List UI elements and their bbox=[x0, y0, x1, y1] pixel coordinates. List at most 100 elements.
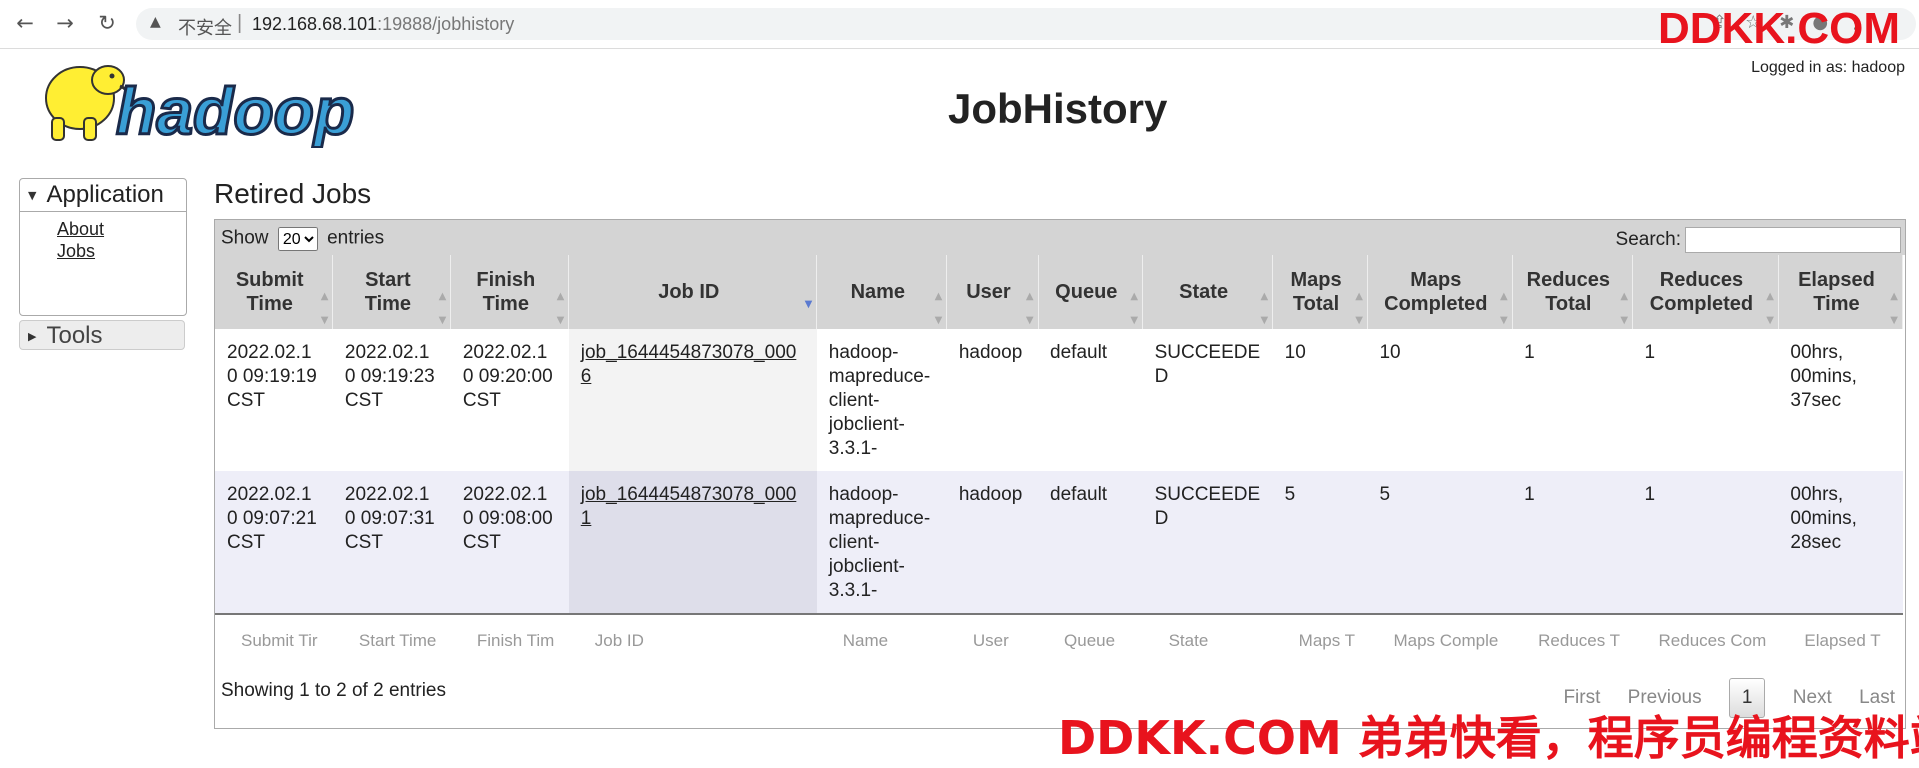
column-header[interactable]: Job ID ▼ bbox=[568, 255, 818, 329]
table-cell: SUCCEEDED bbox=[1142, 471, 1273, 614]
column-filter[interactable]: Submit Tir bbox=[215, 613, 333, 667]
table-cell: job_1644454873078_0001 bbox=[568, 471, 817, 614]
column-header[interactable]: Maps Completed ▲ ▼ bbox=[1367, 255, 1513, 329]
sidebar-link-jobs[interactable]: Jobs bbox=[57, 240, 186, 262]
table-cell: 00hrs, 00mins, 28sec bbox=[1778, 471, 1903, 614]
column-header[interactable]: User ▲ ▼ bbox=[946, 255, 1039, 329]
table-cell: 1 bbox=[1512, 471, 1633, 614]
table-cell: default bbox=[1038, 329, 1143, 471]
table-cell: 2022.02.10 09:19:19 CST bbox=[215, 329, 333, 471]
length-control: Show 20 entries bbox=[221, 227, 384, 251]
column-header[interactable]: Queue ▲ ▼ bbox=[1038, 255, 1144, 329]
column-header[interactable]: Elapsed Time ▲ ▼ bbox=[1778, 255, 1904, 329]
triangle-down-icon: ▼ bbox=[28, 188, 37, 202]
table-cell: 10 bbox=[1272, 329, 1368, 471]
sort-icon: ▲ ▼ bbox=[438, 291, 447, 326]
sidebar-application-panel: ▼ Application About Jobs bbox=[19, 178, 187, 316]
sidebar-link-about[interactable]: About bbox=[57, 218, 186, 240]
hadoop-logo: hadoop bbox=[45, 65, 356, 148]
watermark-top: DDKK.COM bbox=[1658, 4, 1900, 53]
sort-icon: ▲ ▼ bbox=[556, 291, 565, 326]
sidebar-tools-header[interactable]: ▶ Tools bbox=[19, 320, 185, 350]
table-cell: job_1644454873078_0006 bbox=[568, 329, 817, 471]
column-header[interactable]: Reduces Total ▲ ▼ bbox=[1512, 255, 1634, 329]
column-header[interactable]: State ▲ ▼ bbox=[1142, 255, 1274, 329]
table-cell: 2022.02.10 09:07:31 CST bbox=[332, 471, 451, 614]
table-cell: 5 bbox=[1367, 471, 1513, 614]
table-cell: 00hrs, 00mins, 37sec bbox=[1778, 329, 1903, 471]
table-cell: hadoop-mapreduce-client-jobclient-3.3.1- bbox=[816, 471, 947, 614]
table-cell: 10 bbox=[1367, 329, 1513, 471]
back-icon[interactable]: ← bbox=[12, 10, 38, 36]
table-info: Showing 1 to 2 of 2 entries bbox=[221, 680, 446, 701]
search-input[interactable] bbox=[1685, 227, 1901, 253]
column-filter[interactable]: Name bbox=[816, 613, 947, 667]
table-cell: hadoop-mapreduce-client-jobclient-3.3.1- bbox=[816, 329, 947, 471]
table-cell: hadoop bbox=[946, 329, 1039, 471]
column-header[interactable]: Maps Total ▲ ▼ bbox=[1272, 255, 1368, 329]
sort-icon: ▲ ▼ bbox=[1260, 291, 1269, 326]
logo-wordmark: hadoop bbox=[116, 74, 354, 148]
sort-icon: ▲ ▼ bbox=[1025, 291, 1034, 326]
column-filter[interactable]: Elapsed T bbox=[1778, 613, 1903, 667]
column-header[interactable]: Finish Time ▲ ▼ bbox=[450, 255, 570, 329]
column-filter[interactable]: Maps T bbox=[1272, 613, 1368, 667]
entries-label: entries bbox=[327, 227, 385, 249]
section-title: Retired Jobs bbox=[214, 178, 372, 209]
forward-icon[interactable]: → bbox=[52, 10, 78, 36]
entries-select[interactable]: 20 bbox=[277, 227, 318, 251]
table-cell: 1 bbox=[1632, 471, 1779, 614]
table-cell: 1 bbox=[1632, 329, 1779, 471]
sort-icon: ▲ ▼ bbox=[1499, 291, 1508, 326]
address-bar[interactable]: ▲ 不安全 | 192.168.68.101:19888/jobhistory bbox=[136, 8, 1916, 40]
address-separator: | bbox=[237, 12, 243, 34]
column-filter[interactable]: Start Time bbox=[332, 613, 451, 667]
table-cell: 2022.02.10 09:07:21 CST bbox=[215, 471, 333, 614]
column-header[interactable]: Start Time ▲ ▼ bbox=[332, 255, 452, 329]
jobs-table: Submit Time ▲ ▼ Start Time ▲ ▼ Finish Time ▲ ▼… bbox=[215, 255, 1904, 667]
table-cell: 1 bbox=[1512, 329, 1633, 471]
warning-icon: ▲ bbox=[150, 14, 161, 30]
footer-filter-row: Submit Tir Start Time Finish Tim Job ID … bbox=[215, 613, 1903, 667]
url-host: 192.168.68.101 bbox=[252, 14, 378, 34]
sort-icon: ▲ ▼ bbox=[1355, 291, 1363, 326]
sidebar-application-header[interactable]: ▼ Application bbox=[20, 179, 186, 212]
column-label: Submit Time bbox=[235, 269, 304, 315]
url-text: 192.168.68.101:19888/jobhistory bbox=[252, 14, 514, 35]
table-cell: 5 bbox=[1272, 471, 1368, 614]
column-label: State bbox=[1179, 281, 1229, 303]
url-path: :19888/jobhistory bbox=[377, 14, 515, 34]
column-header[interactable]: Name ▲ ▼ bbox=[816, 255, 948, 329]
table-row: 2022.02.10 09:19:19 CST 2022.02.10 09:19… bbox=[215, 329, 1903, 471]
column-filter[interactable]: State bbox=[1142, 613, 1273, 667]
logged-in-label: Logged in as: hadoop bbox=[1751, 59, 1905, 76]
column-filter[interactable]: Reduces T bbox=[1512, 613, 1633, 667]
column-filter[interactable]: Maps Comple bbox=[1367, 613, 1513, 667]
table-cell: SUCCEEDED bbox=[1142, 329, 1273, 471]
column-label: Name bbox=[850, 281, 906, 303]
column-label: Job ID bbox=[658, 281, 720, 303]
table-toolbar: Show 20 entries Search: bbox=[215, 220, 1905, 255]
column-filter[interactable]: Reduces Com bbox=[1632, 613, 1779, 667]
job-id-link[interactable]: job_1644454873078_0006 bbox=[581, 342, 797, 387]
table-cell: 2022.02.10 09:20:00 CST bbox=[450, 329, 569, 471]
column-header[interactable]: Reduces Completed ▲ ▼ bbox=[1632, 255, 1779, 329]
column-filter[interactable]: Queue bbox=[1038, 613, 1143, 667]
search-label: Search: bbox=[1615, 229, 1681, 251]
column-label: User bbox=[966, 281, 1011, 303]
table-cell: 2022.02.10 09:19:23 CST bbox=[332, 329, 451, 471]
sort-desc-icon: ▼ bbox=[804, 299, 813, 310]
table-cell: hadoop bbox=[946, 471, 1039, 614]
column-filter[interactable]: Finish Tim bbox=[450, 613, 569, 667]
sort-icon: ▲ ▼ bbox=[320, 291, 329, 326]
sort-icon: ▲ ▼ bbox=[1890, 291, 1898, 326]
column-header[interactable]: Submit Time ▲ ▼ bbox=[215, 255, 334, 329]
reload-icon[interactable]: ↻ bbox=[94, 10, 120, 36]
insecure-label: 不安全 bbox=[178, 18, 232, 38]
job-id-link[interactable]: job_1644454873078_0001 bbox=[581, 484, 797, 529]
sort-icon: ▲ ▼ bbox=[1766, 291, 1774, 326]
column-filter[interactable]: Job ID bbox=[568, 613, 817, 667]
column-label: Maps Total bbox=[1290, 269, 1342, 315]
sort-icon: ▲ ▼ bbox=[934, 291, 943, 326]
column-filter[interactable]: User bbox=[946, 613, 1039, 667]
